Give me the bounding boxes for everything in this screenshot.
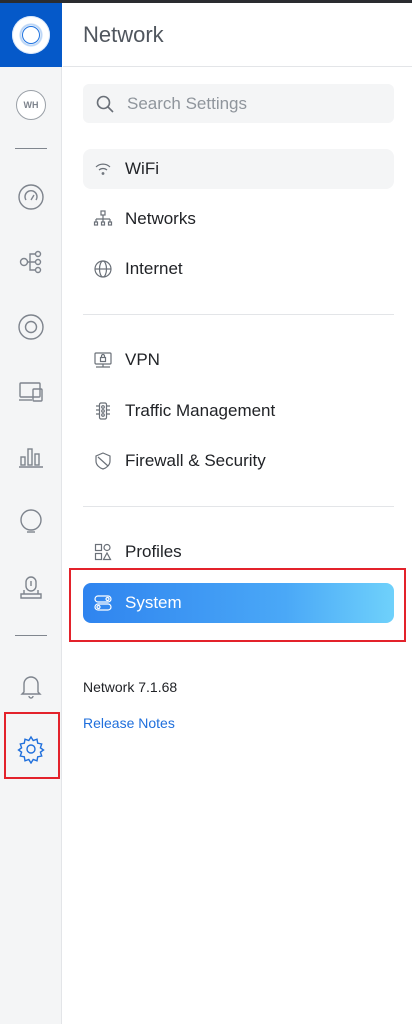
menu-item-wifi[interactable]: WiFi [83,149,394,189]
globe-icon [94,260,112,278]
menu-item-label: Internet [125,259,183,278]
user-avatar[interactable]: WH [13,87,49,123]
menu-item-label: Profiles [125,542,182,561]
menu-item-internet[interactable]: Internet [83,249,394,289]
menu-item-profiles[interactable]: Profiles [83,532,394,572]
menu-separator [83,314,394,315]
avatar-initials: WH [16,90,46,120]
panel-header: Network [63,3,412,67]
settings-highlight-box [4,712,60,779]
menu-separator [83,506,394,507]
search-input[interactable] [127,93,387,114]
menu-item-firewall-security[interactable]: Firewall & Security [83,441,394,481]
rail-divider [15,148,47,149]
shield-icon [95,452,111,470]
dashboard-icon[interactable] [13,179,49,215]
unifi-logo-icon [12,16,50,54]
vpn-icon [94,352,112,368]
client-devices-icon[interactable] [13,374,49,410]
statistics-icon[interactable] [13,439,49,475]
topology-icon[interactable] [13,244,49,280]
left-navigation-rail: WH [0,3,62,1024]
menu-item-networks[interactable]: Networks [83,199,394,239]
notifications-icon[interactable] [13,668,49,704]
settings-panel: Network WiFi Networks Internet VPN Traff… [63,3,412,1024]
menu-item-traffic-management[interactable]: Traffic Management [83,391,394,431]
traffic-icon [96,402,110,420]
menu-item-label: WiFi [125,159,159,178]
page-title: Network [83,21,164,47]
profiles-icon [94,543,112,561]
alarm-manager-icon[interactable] [13,569,49,605]
wifi-icon [95,163,111,175]
rail-divider [15,635,47,636]
menu-item-label: Firewall & Security [125,451,266,470]
version-label: Network 7.1.68 [83,679,178,695]
networks-icon [93,210,113,226]
menu-item-label: VPN [125,350,160,369]
insights-icon[interactable] [13,504,49,540]
menu-item-label: Networks [125,209,196,228]
menu-item-vpn[interactable]: VPN [83,340,394,380]
search-box[interactable] [83,84,394,123]
search-icon [96,95,114,113]
unifi-logo[interactable] [0,3,62,67]
release-notes-link[interactable]: Release Notes [83,715,175,731]
devices-icon[interactable] [13,309,49,345]
system-highlight-box [69,568,406,642]
menu-item-label: Traffic Management [125,401,276,420]
